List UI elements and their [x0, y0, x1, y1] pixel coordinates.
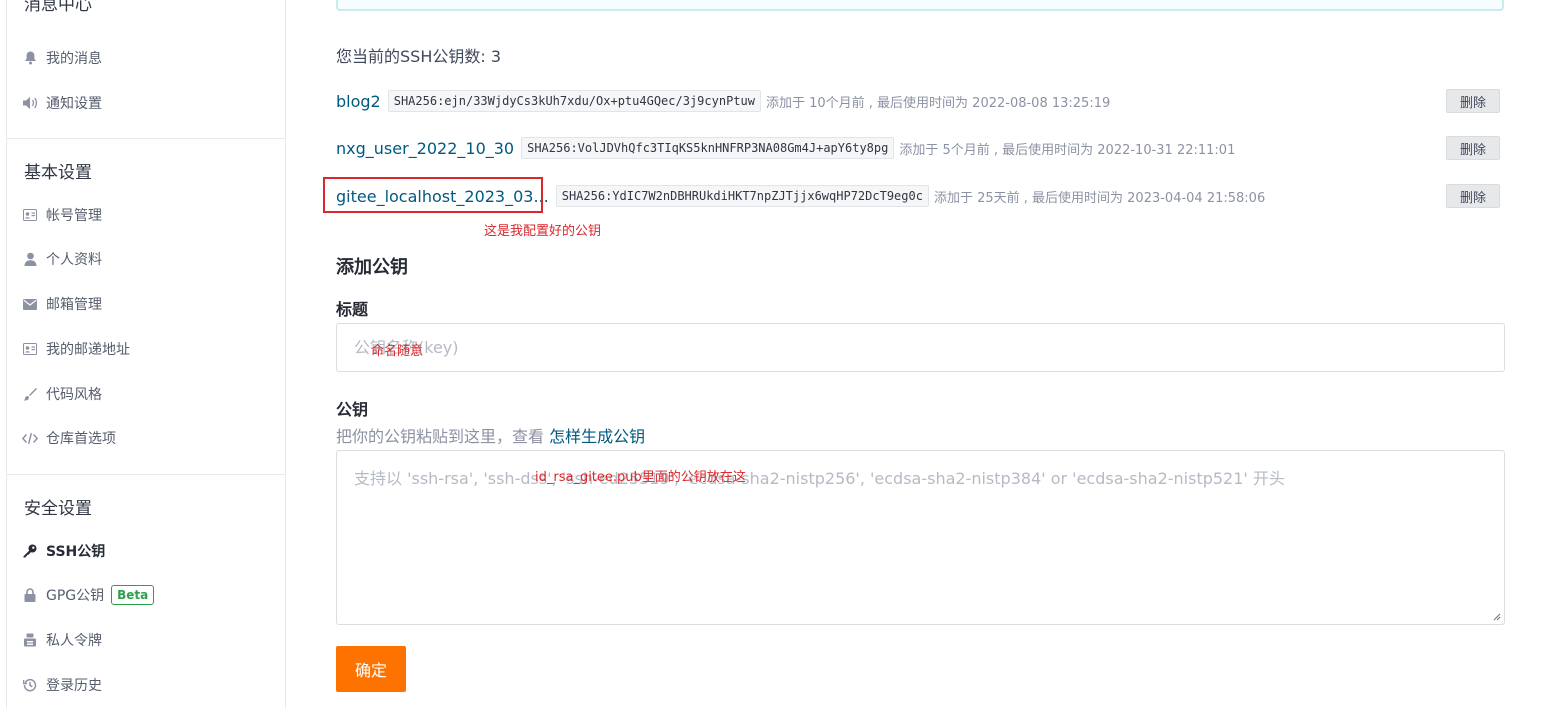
- sidebar-item-label: SSH公钥: [46, 544, 106, 560]
- delete-key-button[interactable]: 删除: [1446, 89, 1500, 113]
- address-card-icon: [22, 341, 38, 357]
- sidebar-item-repo-preferences[interactable]: 仓库首选项: [22, 424, 116, 452]
- annotation-key-note: id_rsa_gitee.pub里面的公钥放在这: [535, 470, 746, 485]
- sidebar-item-gpg-keys[interactable]: GPG公钥 Beta: [22, 581, 155, 609]
- submit-button[interactable]: 确定: [336, 646, 406, 692]
- annotation-configured-key: 这是我配置好的公钥: [484, 224, 602, 239]
- public-key-textarea[interactable]: [337, 451, 1504, 624]
- lock-icon: [22, 587, 38, 603]
- key-help-text: 把你的公钥粘贴到这里，查看 怎样生成公钥: [336, 423, 645, 447]
- sidebar-item-notification-settings[interactable]: 通知设置: [22, 89, 102, 117]
- sidebar-item-profile[interactable]: 个人资料: [22, 245, 102, 273]
- sidebar-item-label: 我的消息: [46, 51, 102, 67]
- resize-grip-icon[interactable]: [1491, 611, 1501, 621]
- delete-key-button[interactable]: 删除: [1446, 136, 1500, 160]
- sidebar-item-label: 邮箱管理: [46, 297, 102, 313]
- how-to-generate-key-link[interactable]: 怎样生成公钥: [549, 427, 645, 446]
- sidebar-group-title-basic: 基本设置: [24, 163, 92, 183]
- ssh-key-fingerprint: SHA256:ejn/33WjdyCs3kUh7xdu/Ox+ptu4GQec/…: [387, 90, 761, 112]
- ssh-key-row: nxg_user_2022_10_30 SHA256:VolJDVhQfc3TI…: [336, 133, 1504, 163]
- code-icon: [22, 430, 38, 446]
- settings-sidebar: 消息中心 我的消息 通知设置 基本设置 帐号管理 个人资料 邮箱管理 我的邮递地…: [6, 0, 286, 708]
- delete-key-button[interactable]: 删除: [1446, 184, 1500, 208]
- annotation-title-note: 命名随意: [371, 344, 424, 359]
- history-icon: [22, 677, 38, 693]
- sidebar-item-label: 个人资料: [46, 252, 102, 268]
- title-input-wrapper: [336, 323, 1505, 372]
- token-icon: [22, 632, 38, 648]
- ssh-key-name-link[interactable]: blog2: [336, 92, 381, 111]
- sidebar-item-private-tokens[interactable]: 私人令牌: [22, 626, 102, 654]
- bell-icon: [22, 50, 38, 66]
- sidebar-item-postal-address[interactable]: 我的邮递地址: [22, 335, 130, 363]
- add-key-section-title: 添加公钥: [336, 257, 408, 278]
- ssh-key-fingerprint: SHA256:YdIC7W2nDBHRUkdiHKT7npZJTjjx6wqHP…: [555, 185, 929, 207]
- user-icon: [22, 251, 38, 267]
- ssh-key-count: 您当前的SSH公钥数: 3: [336, 47, 502, 66]
- sidebar-item-label: 私人令牌: [46, 633, 102, 649]
- sidebar-divider: [7, 138, 285, 139]
- sidebar-item-label: GPG公钥: [46, 588, 105, 604]
- sidebar-item-account[interactable]: 帐号管理: [22, 201, 102, 229]
- sidebar-item-label: 通知设置: [46, 96, 102, 112]
- sidebar-item-label: 代码风格: [46, 387, 102, 403]
- speaker-icon: [22, 95, 38, 111]
- ssh-key-name-link[interactable]: nxg_user_2022_10_30: [336, 139, 514, 158]
- sidebar-item-label: 帐号管理: [46, 208, 102, 224]
- ssh-key-row: blog2 SHA256:ejn/33WjdyCs3kUh7xdu/Ox+ptu…: [336, 86, 1504, 116]
- key-icon: [22, 543, 38, 559]
- main-content: 您当前的SSH公钥数: 3 blog2 SHA256:ejn/33WjdyCs3…: [323, 0, 1506, 708]
- ssh-key-meta: 添加于 25天前 , 最后使用时间为 2023-04-04 21:58:06: [933, 190, 1266, 206]
- ssh-key-meta: 添加于 5个月前 , 最后使用时间为 2022-10-31 22:11:01: [899, 142, 1236, 158]
- id-card-icon: [22, 207, 38, 223]
- ssh-key-meta: 添加于 10个月前 , 最后使用时间为 2022-08-08 13:25:19: [765, 95, 1111, 111]
- brush-icon: [22, 386, 38, 402]
- beta-badge: Beta: [111, 585, 155, 605]
- sidebar-item-ssh-keys[interactable]: SSH公钥: [22, 537, 105, 565]
- ssh-key-fingerprint: SHA256:VolJDVhQfc3TIqKS5knHNFRP3NA08Gm4J…: [521, 137, 895, 159]
- help-prefix: 把你的公钥粘贴到这里，查看: [336, 427, 550, 446]
- sidebar-group-title-messages: 消息中心: [24, 0, 92, 15]
- key-textarea-wrapper: [336, 450, 1505, 625]
- key-title-input[interactable]: [337, 324, 1504, 371]
- sidebar-item-label: 我的邮递地址: [46, 342, 130, 358]
- sidebar-item-label: 登录历史: [46, 678, 102, 694]
- info-banner: [336, 0, 1504, 11]
- sidebar-item-login-history[interactable]: 登录历史: [22, 671, 102, 699]
- annotation-highlight-box: [323, 177, 543, 213]
- envelope-icon: [22, 296, 38, 312]
- sidebar-item-my-messages[interactable]: 我的消息: [22, 44, 102, 72]
- sidebar-item-email[interactable]: 邮箱管理: [22, 290, 102, 318]
- title-field-label: 标题: [336, 300, 369, 319]
- sidebar-divider: [7, 474, 285, 475]
- sidebar-group-title-security: 安全设置: [24, 499, 92, 519]
- sidebar-item-code-style[interactable]: 代码风格: [22, 380, 102, 408]
- key-field-label: 公钥: [336, 400, 369, 419]
- sidebar-item-label: 仓库首选项: [46, 431, 116, 447]
- ssh-key-settings-page: 消息中心 我的消息 通知设置 基本设置 帐号管理 个人资料 邮箱管理 我的邮递地…: [0, 0, 1565, 708]
